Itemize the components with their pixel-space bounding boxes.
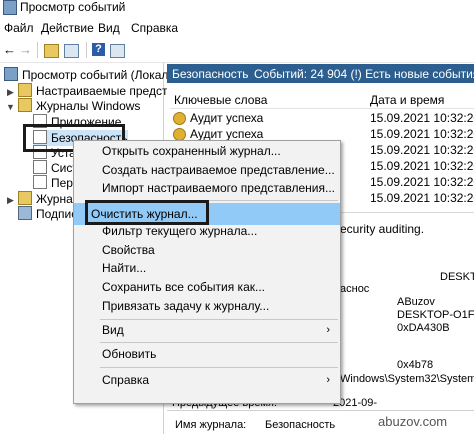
chevron-right-icon: › — [326, 374, 330, 386]
chevron-right-icon[interactable]: ▶ — [7, 195, 14, 206]
menu-bar: Файл Действие Вид Справка — [0, 18, 474, 38]
detail-account: аснос — [340, 283, 370, 295]
folder-icon — [18, 98, 32, 112]
log-icon — [33, 160, 47, 174]
detail-divider — [167, 410, 474, 411]
table-row[interactable]: Аудит успеха 15.09.2021 10:32:20 — [170, 110, 474, 126]
back-icon[interactable]: ← — [2, 42, 17, 57]
menu-open-saved-log[interactable]: Открыть сохраненный журнал... — [74, 142, 340, 161]
menu-import-custom-view[interactable]: Импорт настраиваемого представления... — [74, 179, 340, 198]
toolbar-separator — [86, 42, 87, 58]
log-name-value: Безопасность — [265, 419, 336, 431]
toolbar: ← → ? — [0, 39, 474, 63]
column-keywords[interactable]: Ключевые слова — [174, 93, 267, 107]
forward-icon[interactable]: → — [18, 42, 33, 57]
key-icon — [173, 112, 186, 125]
log-header: Безопасность Событий: 24 904 (!) Есть но… — [167, 64, 474, 83]
context-menu: Открыть сохраненный журнал... Создать на… — [73, 140, 341, 404]
subscription-icon — [18, 206, 32, 220]
detail-logon: 0xDA430B — [397, 322, 450, 334]
chevron-right-icon[interactable]: ▶ — [7, 87, 14, 98]
menu-file[interactable]: Файл — [4, 21, 34, 35]
menu-view[interactable]: Вид — [98, 21, 120, 35]
up-folder-icon[interactable] — [44, 44, 59, 58]
menu-help[interactable]: Справка — [131, 21, 178, 35]
action-pane-icon[interactable] — [110, 44, 125, 58]
log-icon — [33, 175, 47, 189]
menu-refresh[interactable]: Обновить — [74, 345, 340, 364]
menu-separator — [100, 319, 338, 320]
menu-create-custom-view[interactable]: Создать настраиваемое представление... — [74, 161, 340, 180]
detail-desktop: DESKTO — [440, 271, 474, 283]
menu-action[interactable]: Действие — [41, 21, 94, 35]
menu-save-all-events[interactable]: Сохранить все события как... — [74, 278, 340, 297]
menu-properties[interactable]: Свойства — [74, 241, 340, 260]
column-headers: Ключевые слова Дата и время — [170, 90, 474, 109]
chevron-down-icon[interactable]: ▼ — [6, 102, 15, 112]
column-date[interactable]: Дата и время — [370, 93, 444, 107]
detail-audit: ecurity auditing. — [340, 222, 425, 236]
log-name-label: Имя журнала: — [175, 419, 247, 431]
log-header-info: Событий: 24 904 (!) Есть новые события — [254, 67, 474, 81]
tree-item-system[interactable]: Сист — [33, 160, 78, 176]
event-viewer-icon — [3, 0, 17, 15]
tree-item-windows-logs[interactable]: Журналы Windows — [18, 98, 140, 114]
detail-path: Windows\System32\SystemSett — [340, 373, 474, 385]
folder-icon — [18, 191, 32, 205]
menu-help[interactable]: Справка › — [74, 371, 340, 390]
title-bar: Просмотр событий — [0, 0, 474, 16]
menu-separator — [100, 342, 338, 343]
detail-domain: DESKTOP-O1FJQ — [397, 309, 474, 321]
menu-view[interactable]: Вид › — [74, 321, 340, 340]
window-title: Просмотр событий — [20, 0, 126, 14]
folder-icon — [18, 83, 32, 97]
tree-item-apps-services[interactable]: Журна — [18, 191, 73, 207]
detail-user: ABuzov — [397, 296, 435, 308]
show-hide-tree-icon[interactable] — [64, 44, 79, 58]
detail-pid: 0x4b78 — [397, 359, 434, 371]
toolbar-separator — [37, 42, 38, 58]
highlight-clear-log — [85, 200, 209, 225]
tree-item-subscriptions[interactable]: Подпис — [18, 206, 77, 222]
menu-separator — [100, 367, 338, 368]
watermark: abuzov.com — [378, 414, 448, 429]
log-header-title: Безопасность — [172, 67, 249, 81]
event-viewer-icon — [4, 67, 18, 81]
chevron-right-icon: › — [326, 324, 330, 336]
help-icon[interactable]: ? — [92, 43, 105, 56]
menu-attach-task[interactable]: Привязать задачу к журналу... — [74, 297, 340, 316]
menu-find[interactable]: Найти... — [74, 259, 340, 278]
